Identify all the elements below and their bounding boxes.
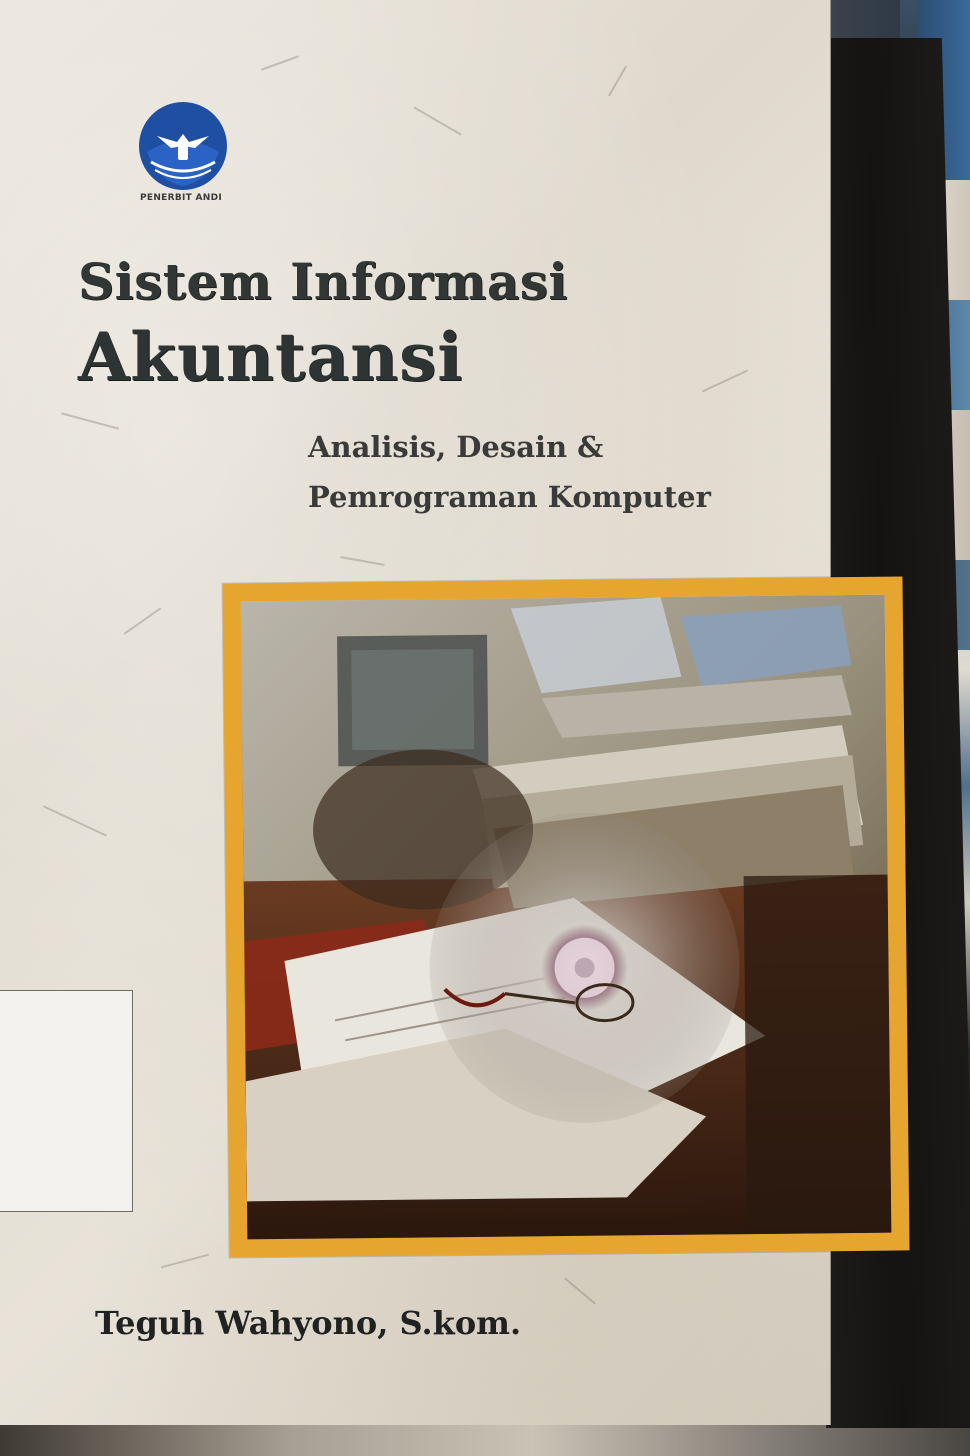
cover-photo-frame bbox=[222, 576, 910, 1258]
paper-fiber bbox=[413, 106, 462, 136]
paper-fiber bbox=[60, 412, 120, 430]
publisher-logo-icon bbox=[139, 102, 227, 190]
book-author: Teguh Wahyono, S.kom. bbox=[95, 1304, 522, 1342]
paper-fiber bbox=[160, 1253, 210, 1269]
paper-fiber bbox=[42, 805, 108, 837]
paper-fiber bbox=[340, 556, 385, 566]
paper-fiber bbox=[564, 1277, 596, 1305]
desk-with-documents-illustration bbox=[240, 594, 892, 1240]
paper-fiber bbox=[123, 607, 162, 635]
cover-photo bbox=[240, 594, 892, 1240]
book-subtitle-line-1: Analisis, Desain & bbox=[308, 430, 604, 464]
paper-fiber bbox=[701, 369, 749, 393]
paper-fiber bbox=[260, 55, 300, 71]
book-title-line-1: Sistem Informasi bbox=[78, 252, 568, 311]
library-label-sticker bbox=[0, 990, 133, 1212]
paper-fiber bbox=[607, 65, 628, 97]
publisher-name: PENERBIT ANDI bbox=[140, 193, 223, 203]
book-title-line-2: Akuntansi bbox=[78, 318, 464, 396]
book-subtitle-line-2: Pemrograman Komputer bbox=[308, 480, 711, 514]
